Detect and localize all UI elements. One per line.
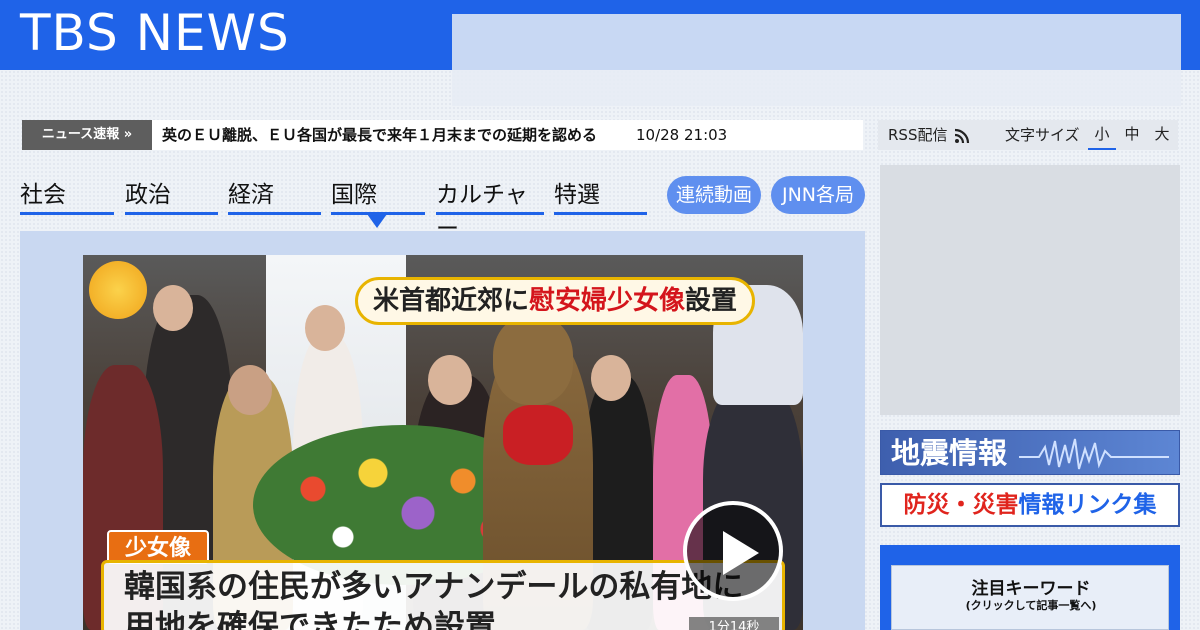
video-section: 米首都近郊に慰安婦少女像設置 少女像 韓国系の住民が多いアナンデールの私有地に … <box>20 231 865 630</box>
font-size-label: 文字サイズ <box>1005 126 1080 144</box>
rss-link[interactable]: RSS配信 <box>888 120 970 150</box>
breaking-news-time: 10/28 21:03 <box>636 126 728 144</box>
video-scene-head <box>305 305 345 351</box>
active-tab-indicator <box>367 214 387 228</box>
video-scene-ribbon <box>503 405 573 465</box>
video-scene-head <box>153 285 193 331</box>
font-size-medium[interactable]: 中 <box>1118 120 1146 148</box>
font-size-large[interactable]: 大 <box>1148 120 1176 148</box>
tab-politics[interactable]: 政治 <box>125 178 218 215</box>
video-scene-head <box>228 365 272 415</box>
utility-toolbar: RSS配信 文字サイズ 小 中 大 <box>878 120 1178 150</box>
rss-icon <box>955 128 970 143</box>
tab-special[interactable]: 特選 <box>554 178 647 215</box>
breaking-news-label: ニュース速報 » <box>22 120 152 150</box>
disaster-links-red: 防災・災害 <box>903 492 1019 518</box>
site-logo[interactable]: TBS NEWS <box>20 4 290 62</box>
trending-keywords-subtitle: (クリックして記事一覧へ) <box>965 599 1097 612</box>
tab-economy[interactable]: 経済 <box>228 178 321 215</box>
disaster-links-blue: 情報リンク集 <box>1018 492 1157 518</box>
video-subtitle: 韓国系の住民が多いアナンデールの私有地に 用地を確保できたため設置 <box>101 560 785 630</box>
seismograph-icon <box>1019 438 1169 470</box>
video-caption-part-3: 設置 <box>685 286 738 316</box>
trending-keywords-title: 注目キーワード <box>971 579 1091 599</box>
rss-label: RSS配信 <box>888 126 948 144</box>
breaking-news-ticker[interactable]: ニュース速報 » 英のＥＵ離脱、ＥＵ各国が最長で来年１月末までの延期を認める 1… <box>22 120 863 150</box>
video-caption-part-1: 米首都近郊に <box>372 286 529 316</box>
trending-keywords-box: 注目キーワード (クリックして記事一覧へ) <box>880 545 1180 630</box>
tab-international[interactable]: 国際 <box>331 178 425 215</box>
video-scene-head <box>591 355 631 401</box>
tab-culture[interactable]: カルチャー <box>436 178 544 242</box>
video-scene-statue-head <box>493 315 573 405</box>
disaster-links-banner[interactable]: 防災・災害情報リンク集 <box>880 483 1180 527</box>
video-topic-tag: 少女像 <box>107 530 209 564</box>
font-size-small[interactable]: 小 <box>1088 120 1116 150</box>
trending-keywords-panel[interactable]: 注目キーワード (クリックして記事一覧へ) <box>891 565 1169 630</box>
sidebar-ad[interactable] <box>880 165 1180 415</box>
play-icon <box>723 531 759 575</box>
channel-logo-icon <box>89 261 147 319</box>
tab-society[interactable]: 社会 <box>20 178 114 215</box>
earthquake-info-banner[interactable]: 地震情報 <box>880 430 1180 475</box>
video-duration: 1分14秒 <box>689 617 779 630</box>
continuous-video-button[interactable]: 連続動画 <box>667 176 761 214</box>
video-caption-part-2: 慰安婦少女像 <box>528 286 685 316</box>
video-player[interactable]: 米首都近郊に慰安婦少女像設置 少女像 韓国系の住民が多いアナンデールの私有地に … <box>83 255 803 630</box>
jnn-stations-button[interactable]: JNN各局 <box>771 176 865 214</box>
video-scene-head <box>428 355 472 405</box>
video-subtitle-line-1: 韓国系の住民が多いアナンデールの私有地に <box>124 569 744 605</box>
play-button[interactable] <box>683 501 783 601</box>
breaking-news-headline[interactable]: 英のＥＵ離脱、ＥＵ各国が最長で来年１月末までの延期を認める <box>162 120 597 150</box>
top-ad-banner[interactable] <box>452 14 1181 106</box>
earthquake-info-label: 地震情報 <box>891 436 1008 470</box>
video-subtitle-line-2: 用地を確保できたため設置 <box>124 609 496 630</box>
video-caption-title: 米首都近郊に慰安婦少女像設置 <box>355 277 755 325</box>
